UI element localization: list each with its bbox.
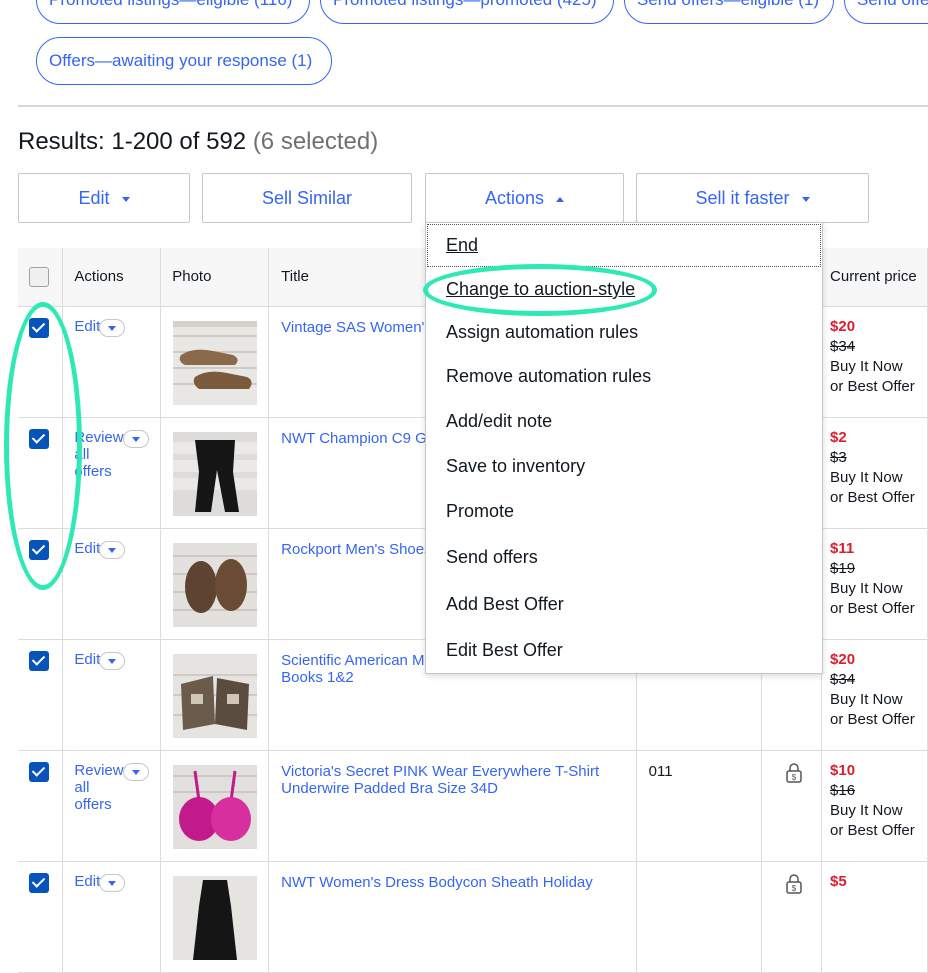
chevron-down-icon — [121, 196, 130, 202]
format-label: Buy It Now — [830, 579, 903, 597]
row-action-dropdown[interactable] — [99, 873, 126, 892]
menu-item-edit-best-offer[interactable]: Edit Best Offer — [446, 640, 563, 661]
format-label: Buy It Now — [830, 801, 903, 819]
original-price: $19 — [830, 559, 856, 577]
results-count: Results: 1-200 of 592 (6 selected) — [18, 128, 378, 156]
price-cell: $20 $34 Buy It Now or Best Offer — [822, 307, 927, 397]
sell-similar-button[interactable]: Sell Similar — [202, 173, 412, 223]
select-all-cell — [18, 248, 64, 307]
pink-bra-photo[interactable] — [173, 764, 258, 849]
row-checkbox[interactable] — [29, 428, 49, 449]
format-label-2: or Best Offer — [830, 599, 915, 617]
section-divider — [18, 105, 928, 107]
edit-button[interactable]: Edit — [18, 173, 190, 223]
black-leggings-photo[interactable] — [173, 431, 258, 516]
actions-menu: End Change to auction-style Assign autom… — [425, 222, 823, 674]
format-label-2: or Best Offer — [830, 710, 915, 728]
filter-pill-send-offers-eligible[interactable]: Send offers—eligible (1) — [624, 0, 834, 24]
row-action-dropdown[interactable] — [99, 318, 126, 337]
menu-item-change-to-auction[interactable]: Change to auction-style — [446, 279, 635, 300]
filter-pill-promoted-eligible[interactable]: Promoted listings—eligible (116) — [36, 0, 310, 24]
menu-item-assign-automation[interactable]: Assign automation rules — [446, 322, 638, 343]
current-price: $20 — [830, 317, 856, 335]
format-label: Buy It Now — [830, 690, 903, 708]
selected-count: (6 selected) — [252, 128, 379, 155]
format-label-2: or Best Offer — [830, 488, 915, 506]
chevron-up-icon — [556, 196, 565, 202]
brown-shoes-photo[interactable] — [173, 320, 258, 405]
edit-button-label: Edit — [78, 188, 110, 208]
current-price: $11 — [830, 539, 855, 557]
menu-item-promote[interactable]: Promote — [446, 501, 514, 522]
row-action-dropdown[interactable] — [123, 762, 150, 781]
current-price: $20 — [830, 650, 856, 668]
current-price: $5 — [830, 872, 847, 890]
current-price: $2 — [830, 428, 847, 446]
price-cell: $11 $19 Buy It Now or Best Offer — [822, 529, 927, 619]
row-checkbox[interactable] — [29, 650, 49, 671]
format-label-2: or Best Offer — [830, 377, 915, 395]
menu-item-send-offers[interactable]: Send offers — [446, 547, 538, 568]
menu-item-remove-automation[interactable]: Remove automation rules — [446, 366, 651, 387]
filter-pill-offers-awaiting[interactable]: Offers—awaiting your response (1) — [36, 37, 332, 85]
chevron-down-icon — [801, 196, 810, 202]
format-label: Buy It Now — [830, 468, 903, 486]
results-label: Results: 1-200 of 592 — [18, 128, 247, 155]
actions-button[interactable]: Actions — [425, 173, 624, 223]
sku-value — [637, 862, 762, 874]
price-cell: $5 — [822, 862, 927, 892]
menu-item-add-best-offer[interactable]: Add Best Offer — [446, 594, 564, 615]
menu-item-save-inventory[interactable]: Save to inventory — [446, 456, 585, 477]
lock-icon: $ — [786, 762, 802, 783]
row-checkbox[interactable] — [29, 761, 49, 782]
svg-text:$: $ — [792, 884, 797, 893]
listing-title-link[interactable]: Victoria's Secret PINK Wear Everywhere T… — [269, 751, 635, 797]
binders-photo[interactable] — [173, 653, 258, 738]
original-price: $34 — [830, 670, 856, 688]
row-action-link[interactable]: Review all offers — [74, 762, 128, 813]
format-label-2: or Best Offer — [830, 821, 915, 839]
menu-item-end[interactable]: End — [446, 235, 478, 256]
row-action-link[interactable]: Review all offers — [74, 429, 128, 480]
lock-icon: $ — [786, 873, 802, 894]
photo-header: Photo — [160, 248, 270, 307]
sell-it-faster-label: Sell it faster — [695, 188, 790, 208]
row-action-dropdown[interactable] — [99, 651, 126, 670]
select-all-checkbox[interactable] — [29, 266, 49, 287]
listing-title-link[interactable]: NWT Women's Dress Bodycon Sheath Holiday — [269, 862, 635, 891]
row-checkbox[interactable] — [29, 539, 49, 560]
filter-pill-promoted[interactable]: Promoted listings—promoted (425) — [320, 0, 614, 24]
row-action-dropdown[interactable] — [123, 429, 150, 448]
price-cell: $2 $3 Buy It Now or Best Offer — [822, 418, 927, 508]
current-price: $10 — [830, 761, 856, 779]
price-cell: $10 $16 Buy It Now or Best Offer — [822, 751, 927, 841]
original-price: $3 — [830, 448, 847, 466]
current-price-header[interactable]: Current price — [821, 248, 928, 307]
sell-it-faster-button[interactable]: Sell it faster — [636, 173, 869, 223]
row-checkbox[interactable] — [29, 872, 49, 893]
actions-header: Actions — [62, 248, 162, 307]
svg-text:$: $ — [792, 773, 797, 782]
price-cell: $20 $34 Buy It Now or Best Offer — [822, 640, 927, 730]
menu-focus-outline — [427, 224, 821, 267]
row-checkbox[interactable] — [29, 317, 49, 338]
menu-item-add-note[interactable]: Add/edit note — [446, 411, 552, 432]
filter-pill-send-offers[interactable]: Send offers — [844, 0, 928, 24]
black-dress-photo[interactable] — [173, 875, 258, 960]
original-price: $34 — [830, 337, 856, 355]
brown-dress-shoes-photo[interactable] — [173, 542, 258, 627]
format-label: Buy It Now — [830, 357, 903, 375]
sell-similar-label: Sell Similar — [261, 188, 353, 208]
table-row: Edit NWT Women's Dress Bodycon Sheath Ho… — [18, 861, 928, 973]
row-action-dropdown[interactable] — [99, 540, 126, 559]
original-price: $16 — [830, 781, 856, 799]
sku-value: 011 — [648, 762, 673, 780]
actions-label: Actions — [484, 188, 545, 208]
table-row: Review all offers Victoria's Secret PINK… — [18, 750, 928, 862]
